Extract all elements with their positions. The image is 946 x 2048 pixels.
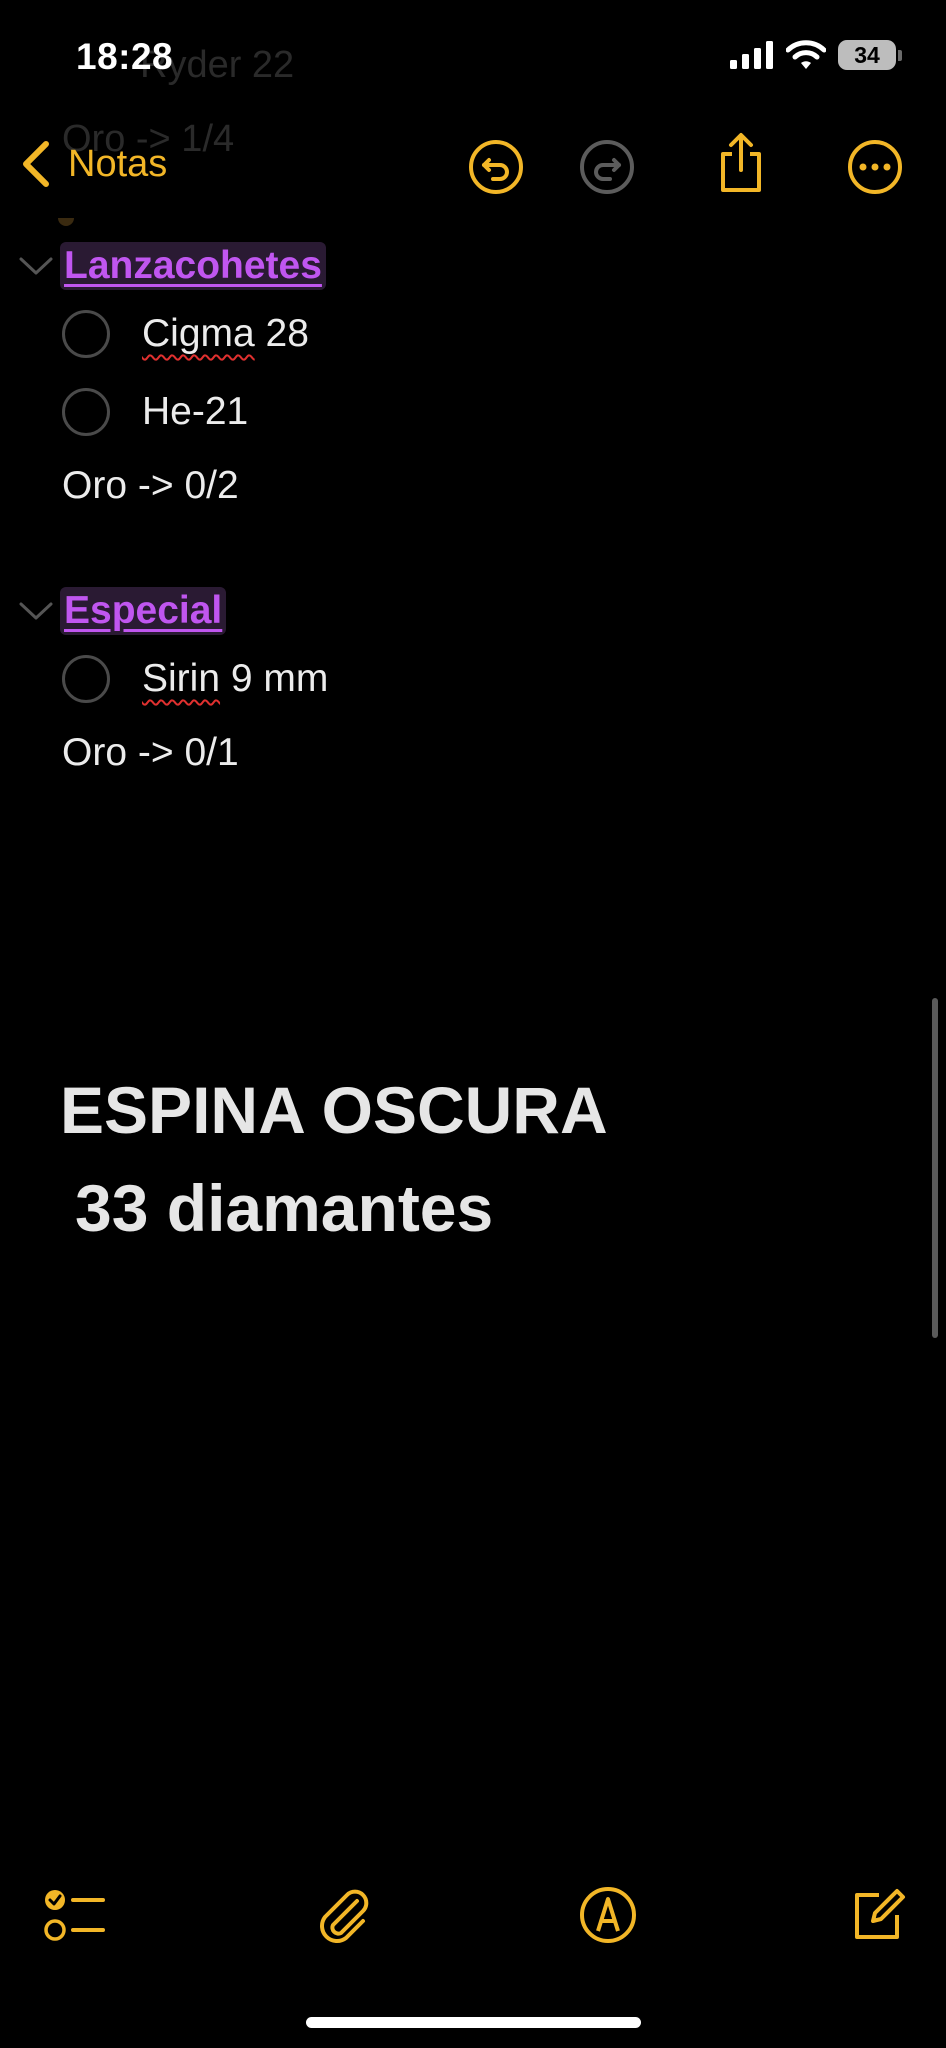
checklist-button[interactable] bbox=[40, 1880, 110, 1950]
section-header-lanzacohetes[interactable]: Lanzacohetes bbox=[18, 242, 326, 290]
summary-line: Oro -> 0/2 bbox=[62, 464, 239, 507]
section-title: Especial bbox=[60, 587, 227, 635]
more-options-button[interactable] bbox=[846, 138, 904, 196]
collapse-chevron-icon[interactable] bbox=[18, 254, 54, 278]
checklist-item-text: Sirin 9 mm bbox=[142, 657, 328, 701]
back-label: Notas bbox=[68, 142, 168, 185]
note-heading-line: 33 diamantes bbox=[75, 1171, 494, 1245]
redo-button[interactable] bbox=[578, 138, 636, 196]
section-header-especial[interactable]: Especial bbox=[18, 587, 227, 635]
redo-icon bbox=[580, 140, 634, 194]
wifi-icon bbox=[786, 40, 826, 69]
undo-icon bbox=[469, 140, 523, 194]
compose-button[interactable] bbox=[842, 1880, 912, 1950]
scrolled-fragment bbox=[58, 218, 74, 226]
checkbox[interactable] bbox=[62, 310, 110, 358]
checklist-item: Cigma 28 bbox=[62, 310, 309, 358]
checklist-icon bbox=[44, 1890, 105, 1941]
undo-button[interactable] bbox=[467, 138, 525, 196]
checklist-item: Sirin 9 mm bbox=[62, 655, 328, 703]
markup-pen-icon bbox=[580, 1887, 636, 1943]
note-heading-line: ESPINA OSCURA bbox=[60, 1073, 608, 1147]
checklist-item: He-21 bbox=[62, 388, 248, 436]
misspelled-word: Cigma bbox=[142, 312, 255, 355]
summary-line: Oro -> 0/1 bbox=[62, 731, 239, 774]
item-rest: 9 mm bbox=[220, 657, 329, 700]
markup-button[interactable] bbox=[573, 1880, 643, 1950]
status-time: 18:28 bbox=[76, 36, 174, 77]
checkbox[interactable] bbox=[62, 388, 110, 436]
section-title: Lanzacohetes bbox=[60, 242, 326, 290]
share-button[interactable] bbox=[712, 133, 770, 192]
collapse-chevron-icon[interactable] bbox=[18, 599, 54, 623]
battery-indicator: 34 bbox=[838, 40, 902, 70]
compose-icon bbox=[855, 1889, 905, 1939]
battery-level: 34 bbox=[838, 40, 896, 70]
paperclip-icon bbox=[320, 1889, 369, 1943]
notes-screen: Ryder 22 Oro -> 1/4 18:28 34 Notas Lanza… bbox=[0, 0, 946, 2048]
checklist-item-text: He-21 bbox=[142, 390, 248, 434]
status-icons: 34 bbox=[730, 40, 902, 70]
battery-tip bbox=[898, 49, 902, 61]
item-word: He-21 bbox=[142, 390, 249, 433]
misspelled-word: Sirin bbox=[142, 657, 221, 700]
checkbox[interactable] bbox=[62, 655, 110, 703]
chevron-left-icon bbox=[23, 141, 49, 187]
back-to-notes-button[interactable]: Notas bbox=[18, 140, 167, 188]
cellular-signal-icon bbox=[730, 41, 773, 69]
attachment-button[interactable] bbox=[308, 1880, 378, 1950]
more-icon bbox=[848, 140, 902, 194]
item-rest: 28 bbox=[254, 312, 309, 355]
home-indicator[interactable] bbox=[306, 2017, 641, 2028]
vertical-scrollbar[interactable] bbox=[932, 998, 938, 1338]
share-icon bbox=[721, 133, 761, 192]
checklist-item-text: Cigma 28 bbox=[142, 312, 309, 356]
